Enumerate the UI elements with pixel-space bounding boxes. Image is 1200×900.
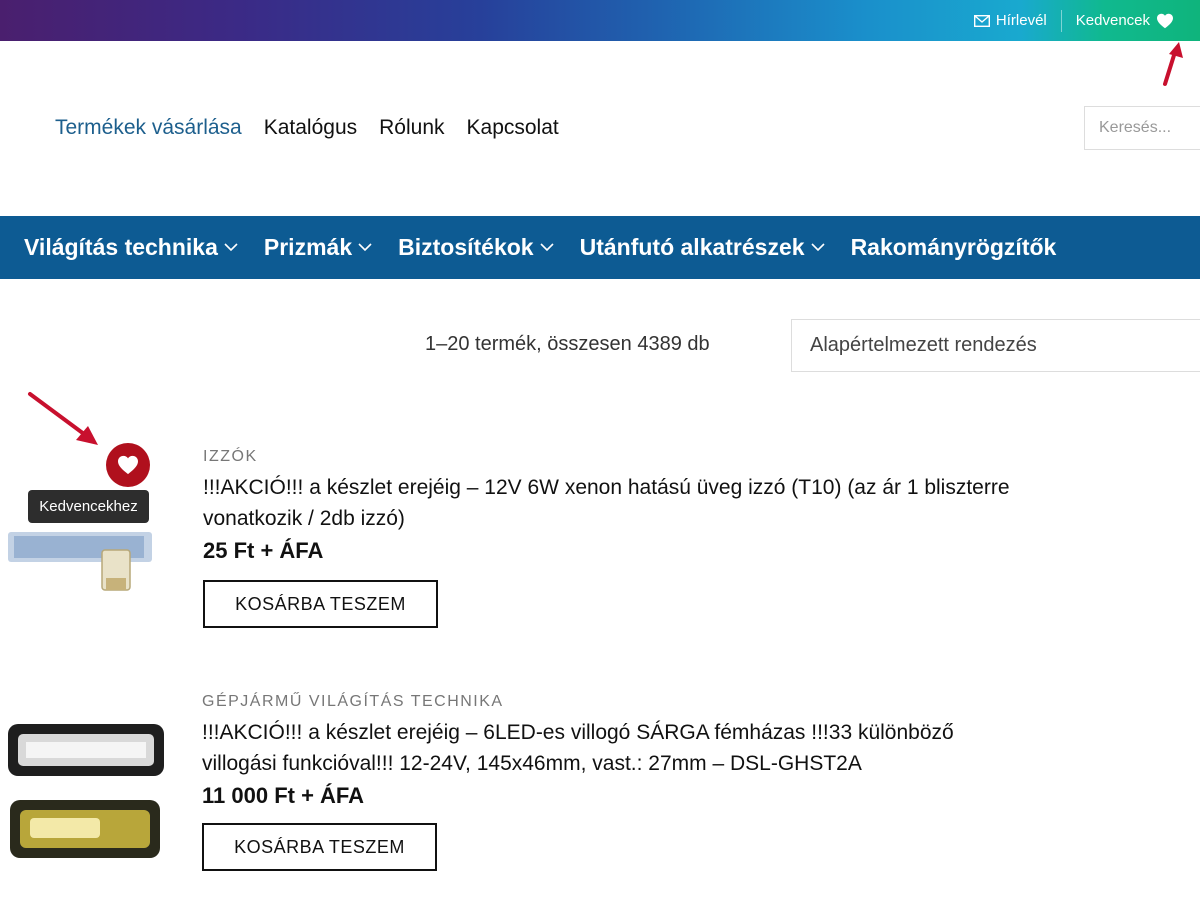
chevron-down-icon — [540, 243, 554, 252]
category-label: Prizmák — [263, 234, 353, 260]
heart-icon — [118, 455, 138, 475]
chevron-down-icon — [224, 243, 238, 252]
favorite-tooltip: Kedvencekhez — [28, 490, 149, 523]
category-cargo-securing[interactable]: Rakományrögzítők — [851, 234, 1057, 261]
favorites-label: Kedvencek — [1075, 12, 1150, 29]
newsletter-link[interactable]: Hírlevél — [960, 9, 1061, 33]
add-to-cart-button[interactable]: KOSÁRBA TESZEM — [203, 580, 438, 628]
product-title-line: !!!AKCIÓ!!! a készlet erejéig – 12V 6W x… — [203, 476, 1010, 499]
newsletter-label: Hírlevél — [995, 12, 1047, 29]
category-lighting[interactable]: Világítás technika — [24, 234, 238, 261]
nav-item-about[interactable]: Rólunk — [379, 116, 444, 140]
category-trailer-parts[interactable]: Utánfutó alkatrészek — [580, 234, 825, 261]
heart-icon — [1157, 13, 1173, 28]
chevron-down-icon — [358, 243, 372, 252]
category-prisms[interactable]: Prizmák — [264, 234, 372, 261]
utility-links: Hírlevél Kedvencek — [960, 0, 1188, 41]
nav-item-shop[interactable]: Termékek vásárlása — [55, 116, 242, 140]
nav-item-catalog[interactable]: Katalógus — [264, 116, 357, 140]
search-input[interactable] — [1084, 106, 1200, 150]
add-to-cart-button[interactable]: KOSÁRBA TESZEM — [202, 823, 437, 871]
product-price: 11 000 Ft + ÁFA — [202, 783, 365, 808]
product-image — [8, 724, 164, 858]
favorite-toggle-button[interactable] — [106, 443, 150, 487]
category-label: Biztosítékok — [398, 234, 534, 260]
sort-selected-label: Alapértelmezett rendezés — [810, 334, 1037, 356]
category-label: Világítás technika — [24, 234, 218, 260]
nav-item-contact[interactable]: Kapcsolat — [467, 116, 559, 140]
result-count: 1–20 termék, összesen 4389 db — [425, 333, 710, 355]
sort-select[interactable]: Alapértelmezett rendezés — [791, 319, 1200, 372]
top-utility-bar: Hírlevél Kedvencek — [0, 0, 1200, 41]
category-bar: Világítás technika Prizmák Biztosítékok … — [0, 216, 1200, 279]
chevron-down-icon — [810, 243, 825, 252]
favorites-link[interactable]: Kedvencek — [1062, 9, 1188, 33]
main-nav: Termékek vásárlása Katalógus Rólunk Kapc… — [55, 116, 559, 140]
product-price: 25 Ft + ÁFA — [203, 538, 324, 563]
category-label: Rakományrögzítők — [850, 234, 1057, 260]
product-title-line: !!!AKCIÓ!!! a készlet erejéig – 6LED-es … — [202, 721, 954, 744]
category-label: Utánfutó alkatrészek — [579, 234, 805, 260]
mail-icon — [973, 14, 990, 27]
category-fuses[interactable]: Biztosítékok — [398, 234, 554, 261]
product-title-line: vonatkozik / 2db izzó) — [203, 507, 405, 530]
product-title[interactable]: !!!AKCIÓ!!! a készlet erejéig – 6LED-es … — [202, 717, 954, 779]
product-category: IZZÓK — [203, 448, 258, 465]
product-category: GÉPJÁRMŰ VILÁGÍTÁS TECHNIKA — [202, 693, 504, 710]
product-title[interactable]: !!!AKCIÓ!!! a készlet erejéig – 12V 6W x… — [203, 472, 1010, 534]
product-title-line: villogási funkcióval!!! 12-24V, 145x46mm… — [202, 752, 862, 775]
annotation-arrow-favorites — [1163, 42, 1183, 86]
